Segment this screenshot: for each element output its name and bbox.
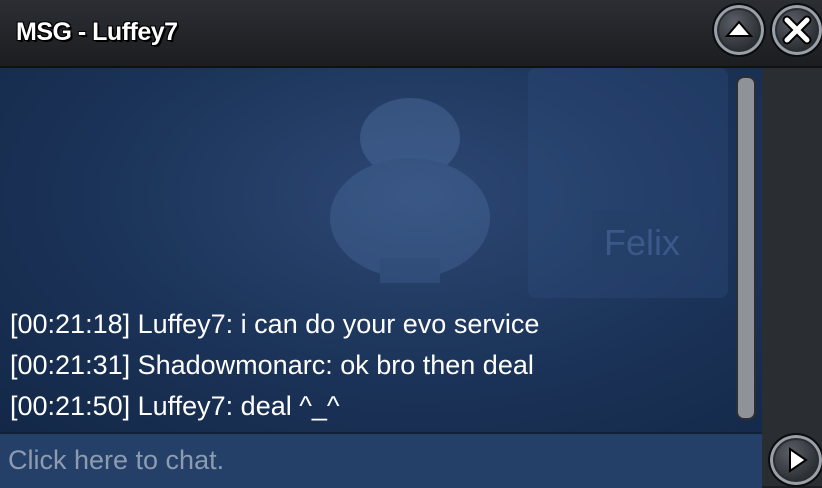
minimize-button[interactable]: [712, 3, 766, 57]
background-mascot-icon: [330, 98, 490, 283]
chat-message: [00:21:18] Luffey7: i can do your evo se…: [10, 309, 540, 339]
chat-input[interactable]: [0, 434, 760, 486]
chat-log: Felix [00:21:18] Luffey7: i can do your …: [0, 68, 762, 432]
up-arrow-icon: [724, 20, 754, 37]
title-bar[interactable]: MSG - Luffey7: [0, 0, 822, 68]
scrollbar-track[interactable]: [762, 68, 822, 432]
close-button[interactable]: [770, 3, 822, 57]
play-arrow-icon: [789, 447, 808, 473]
window-title: MSG - Luffey7: [16, 18, 178, 46]
send-button[interactable]: [768, 433, 822, 487]
scrollbar-thumb[interactable]: [736, 76, 756, 420]
background-name-text: Felix: [604, 222, 681, 263]
close-icon: [782, 15, 812, 45]
chat-message: [00:21:31] Shadowmonarc: ok bro then dea…: [10, 350, 534, 380]
chat-message: [00:21:50] Luffey7: deal ^_^: [10, 391, 340, 421]
chat-input-bar: [0, 432, 762, 488]
message-list: [00:21:18] Luffey7: i can do your evo se…: [10, 304, 730, 427]
chat-window: MSG - Luffey7 Felix [00:21:18] Luffey7: …: [0, 0, 822, 488]
